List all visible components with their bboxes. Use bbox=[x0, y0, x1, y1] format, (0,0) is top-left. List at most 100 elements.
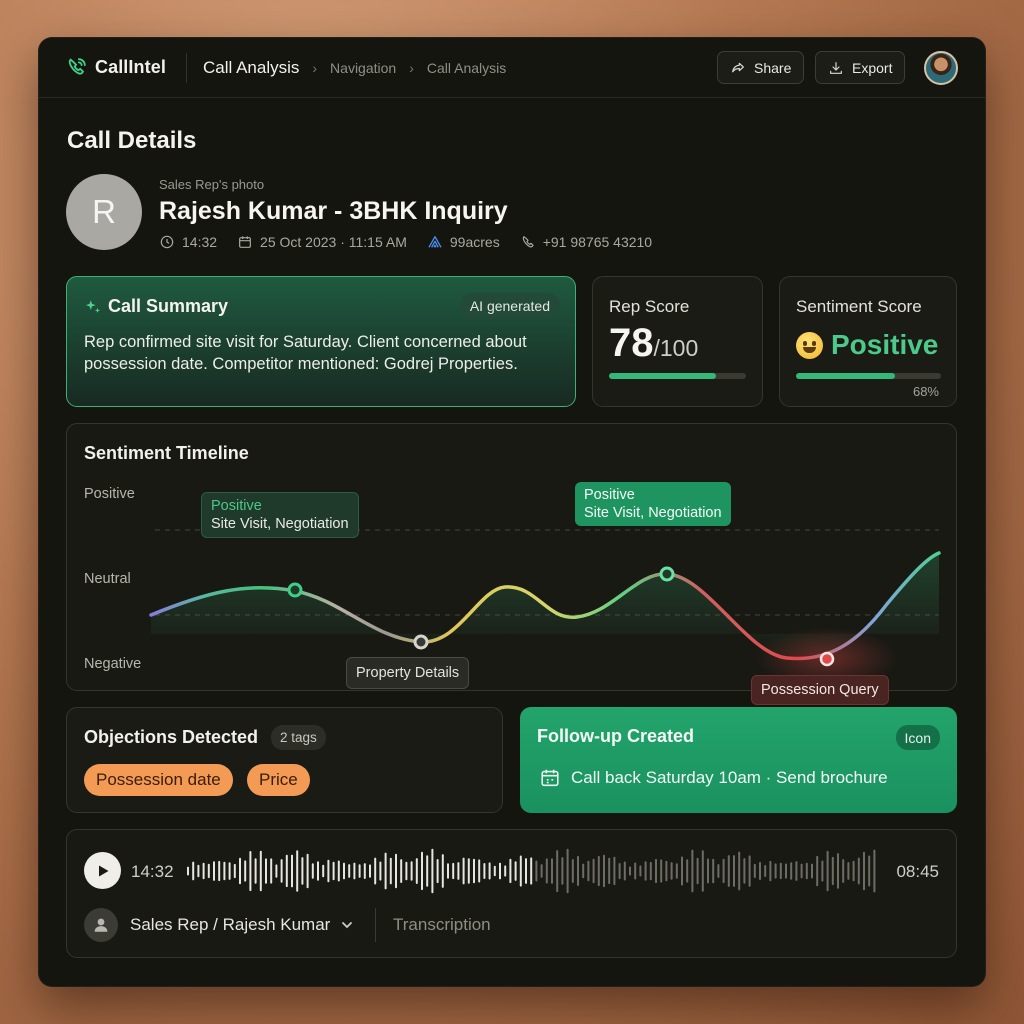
waveform-bar bbox=[207, 863, 210, 879]
waveform-bar bbox=[811, 863, 813, 879]
calendar-icon bbox=[541, 769, 559, 787]
waveform-bar bbox=[389, 857, 392, 885]
waveform-bar bbox=[691, 849, 694, 893]
waveform-bar bbox=[379, 861, 382, 881]
waveform-bar bbox=[270, 858, 273, 884]
audio-waveform[interactable] bbox=[187, 844, 879, 898]
waveform-bar bbox=[223, 861, 226, 881]
score-max: /100 bbox=[653, 335, 699, 361]
waveform-bar bbox=[202, 862, 205, 880]
followup-text: Call back Saturday 10am · Send brochure bbox=[571, 768, 888, 787]
waveform-bar bbox=[597, 855, 600, 887]
user-avatar[interactable] bbox=[924, 51, 958, 85]
source-value: 99acres bbox=[449, 234, 500, 250]
waveform-bar bbox=[608, 857, 611, 885]
waveform-bar bbox=[514, 861, 517, 881]
share-label: Share bbox=[754, 59, 792, 76]
waveform-bar bbox=[187, 866, 189, 876]
waveform-bar bbox=[483, 863, 486, 879]
followup-card[interactable]: Follow-up Created Icon Call back Saturda… bbox=[520, 707, 957, 813]
waveform-bar bbox=[384, 852, 387, 890]
top-bar: CallIntel Call Analysis › Navigation › C… bbox=[38, 37, 986, 98]
waveform-bar bbox=[254, 858, 257, 884]
followup-title: Follow-up Created bbox=[537, 726, 694, 746]
waveform-bar bbox=[764, 865, 767, 877]
waveform-bar bbox=[821, 860, 824, 882]
waveform-bar bbox=[421, 851, 423, 891]
header-divider bbox=[186, 53, 187, 83]
objection-tag-possession-date[interactable]: Possession date bbox=[84, 764, 233, 796]
datetime-value: 25 Oct 2023 · 11:15 AM bbox=[260, 234, 407, 250]
followup-icon-badge: Icon bbox=[895, 725, 940, 750]
waveform-bar bbox=[795, 861, 798, 881]
waveform-bar bbox=[618, 863, 621, 880]
waveform-bar bbox=[717, 864, 720, 878]
waveform-bar bbox=[868, 855, 871, 887]
waveform-bar bbox=[655, 858, 657, 884]
waveform-bar bbox=[275, 864, 278, 878]
tooltip-sentiment: Positive bbox=[584, 487, 635, 503]
waveform-bar bbox=[473, 858, 475, 884]
chevron-right-icon: › bbox=[409, 60, 414, 76]
waveform-bar bbox=[447, 863, 449, 879]
waveform-bar bbox=[603, 854, 605, 888]
waveform-bar bbox=[436, 859, 439, 884]
waveform-bar bbox=[452, 862, 455, 880]
waveform-bar bbox=[556, 850, 559, 893]
waveform-bar bbox=[785, 863, 787, 879]
waveform-bar bbox=[431, 848, 434, 894]
waveform-bar bbox=[488, 862, 491, 880]
tooltip-property-details: Property Details bbox=[346, 657, 470, 689]
sales-rep-avatar: R bbox=[66, 174, 142, 250]
share-icon bbox=[732, 62, 744, 72]
play-button[interactable] bbox=[84, 852, 121, 889]
waveform-bar bbox=[540, 864, 543, 878]
waveform-bar bbox=[873, 849, 876, 893]
waveform-bar bbox=[857, 857, 860, 885]
transcription-tab[interactable]: Transcription bbox=[393, 915, 491, 935]
tooltip-topic: Site Visit, Negotiation bbox=[211, 516, 349, 532]
breadcrumb-current-section[interactable]: Call Analysis bbox=[203, 58, 299, 78]
chevron-right-icon: › bbox=[312, 60, 318, 76]
marker-positive-2 bbox=[659, 566, 675, 582]
waveform-bar bbox=[696, 857, 699, 885]
chevron-down-icon bbox=[342, 922, 353, 929]
waveform-bar bbox=[233, 863, 236, 879]
summary-heading: Call Summary bbox=[84, 296, 228, 317]
waveform-bar bbox=[805, 862, 808, 880]
meta-source: 99acres bbox=[427, 234, 500, 250]
objection-tag-price[interactable]: Price bbox=[247, 764, 310, 796]
end-time: 08:45 bbox=[896, 862, 939, 881]
sentiment-curve-chart bbox=[149, 529, 941, 688]
waveform-bar bbox=[259, 850, 262, 892]
waveform-bar bbox=[545, 858, 548, 884]
objections-count-badge: 2 tags bbox=[271, 725, 326, 750]
waveform-bar bbox=[213, 861, 215, 881]
waveform-bar bbox=[301, 857, 304, 885]
waveform-bar bbox=[296, 850, 299, 892]
sparkle-icon bbox=[85, 299, 101, 313]
app-logo[interactable]: CallIntel bbox=[66, 56, 166, 78]
waveform-bar bbox=[249, 851, 252, 892]
waveform-bar bbox=[707, 858, 709, 884]
breadcrumb-call-analysis[interactable]: Call Analysis bbox=[427, 60, 506, 76]
waveform-bar bbox=[530, 857, 533, 885]
share-button[interactable]: Share bbox=[717, 51, 805, 84]
audio-player: 14:32 08:45 Sales Rep / Rajesh Kumar Tra… bbox=[66, 829, 957, 958]
breadcrumb-navigation[interactable]: Navigation bbox=[330, 60, 396, 76]
tooltip-positive-2: Positive Site Visit, Negotiation bbox=[575, 482, 731, 526]
waveform-bar bbox=[779, 862, 782, 880]
waveform-bar bbox=[701, 850, 704, 892]
waveform-bar bbox=[623, 861, 626, 881]
calendar-icon bbox=[239, 236, 251, 248]
sentiment-percent: 68% bbox=[912, 384, 939, 399]
rep-score-bar bbox=[609, 373, 746, 379]
rep-score-label: Rep Score bbox=[609, 297, 690, 316]
tooltip-positive-1: Positive Site Visit, Negotiation bbox=[201, 492, 359, 538]
speaker-selector[interactable]: Sales Rep / Rajesh Kumar bbox=[130, 915, 354, 935]
score-number: 78 bbox=[609, 321, 654, 365]
waveform-bar bbox=[852, 860, 855, 882]
waveform-bar bbox=[504, 865, 507, 877]
export-button[interactable]: Export bbox=[815, 51, 906, 84]
clock-icon bbox=[160, 235, 174, 249]
